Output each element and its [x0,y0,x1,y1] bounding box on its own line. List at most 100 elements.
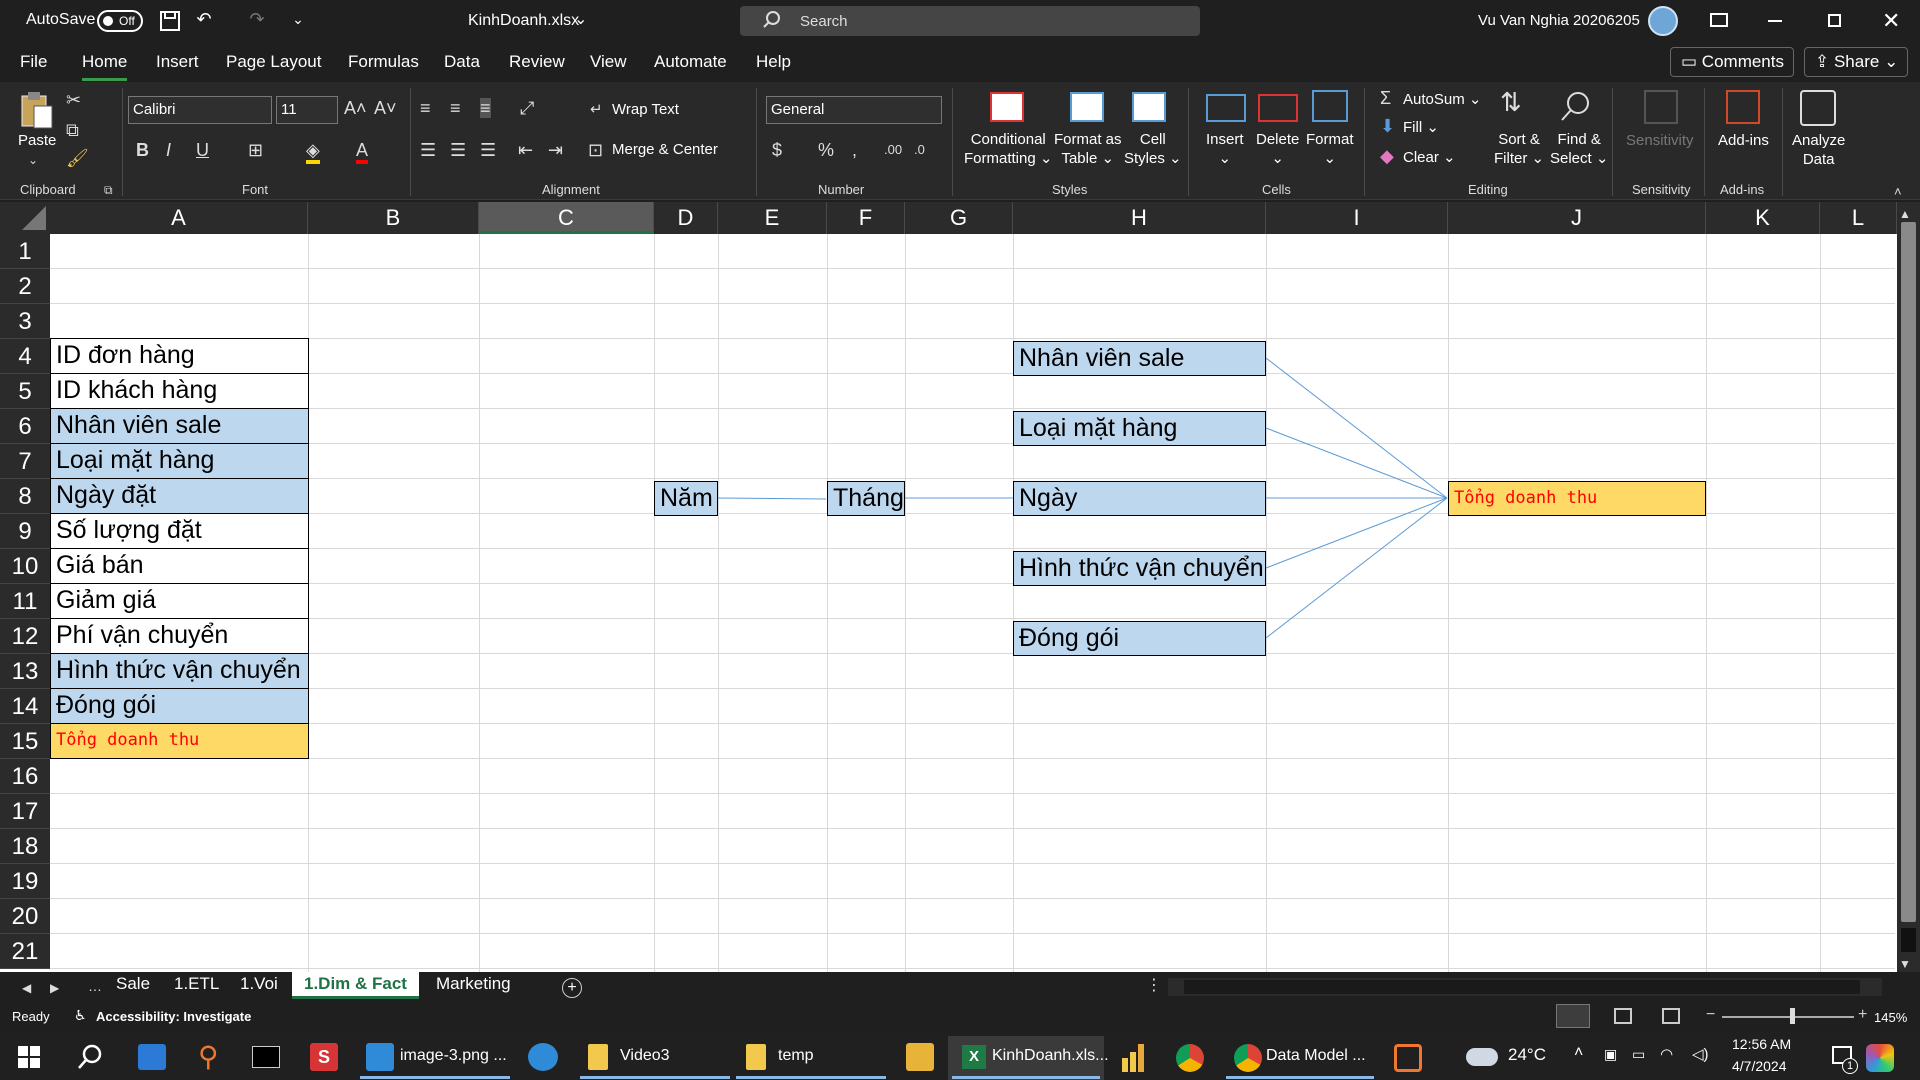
cut-icon[interactable]: ✂ [66,90,81,110]
fill-button[interactable]: Fill ⌄ [1403,118,1439,136]
italic-icon[interactable]: I [166,140,171,160]
cell-a10[interactable]: Giá bán [50,548,309,584]
number-format-dropdown[interactable]: General [766,96,942,124]
delete-cells-button[interactable]: Delete ⌄ [1256,130,1299,168]
avatar[interactable] [1648,6,1678,36]
scroll-down-icon[interactable]: ▼ [1899,954,1911,974]
delete-cells-icon[interactable] [1258,94,1298,122]
tab-prev-icon[interactable]: ◀ [22,978,31,998]
orientation-icon[interactable]: ⤢ [520,98,534,118]
save-icon[interactable] [158,10,182,36]
windows-start-icon[interactable] [18,1046,40,1073]
borders-icon[interactable]: ⊞ [248,140,263,160]
customize-qat-icon[interactable]: ⌄ [290,9,306,29]
conditional-formatting-button[interactable]: Conditional Formatting ⌄ [964,130,1052,168]
cell-a12[interactable]: Phí vận chuyển [50,618,309,654]
analyze-data-icon[interactable] [1800,90,1836,126]
bold-icon[interactable]: B [136,140,149,160]
diagram-dim-packaging[interactable]: Đóng gói [1013,621,1266,656]
find-select-icon[interactable] [1558,90,1592,129]
format-painter-icon[interactable]: 🖌 [66,148,89,168]
ribbon-display-icon[interactable] [1710,13,1728,27]
column-header-l[interactable]: L [1820,202,1897,234]
cell-a13[interactable]: Hình thức vận chuyển [50,653,309,689]
row-header-17[interactable]: 17 [0,794,50,829]
menu-formulas[interactable]: Formulas [348,52,419,72]
align-left-icon[interactable]: ☰ [420,140,436,160]
align-right-icon[interactable]: ☰ [480,140,496,160]
taskbar-app-image[interactable]: image-3.png ... [400,1047,507,1065]
normal-view-icon[interactable] [1556,1004,1590,1028]
row-header-21[interactable]: 21 [0,934,50,969]
row-header-11[interactable]: 11 [0,584,50,619]
tab-more-icon[interactable]: … [88,976,102,996]
scroll-track-end[interactable] [1901,928,1916,952]
taskbar-app-video3[interactable]: Video3 [620,1047,670,1065]
font-name-dropdown[interactable]: Calibri [128,96,272,124]
add-sheet-icon[interactable]: + [562,978,582,998]
add-ins-icon[interactable] [1726,90,1760,124]
currency-icon[interactable]: $ [772,140,782,160]
page-break-view-icon[interactable] [1662,1008,1680,1024]
conditional-formatting-icon[interactable] [990,92,1024,122]
diagram-dim-shipping-method[interactable]: Hình thức vận chuyển [1013,551,1266,586]
increase-indent-icon[interactable]: ⇥ [548,140,563,160]
battery-icon[interactable]: ▭ [1632,1046,1645,1063]
column-header-g[interactable]: G [905,202,1013,234]
chevron-down-icon[interactable]: ⌄ [28,150,38,170]
weather-temp[interactable]: 24°C [1508,1045,1546,1065]
diagram-dim-sales-staff[interactable]: Nhân viên sale [1013,341,1266,376]
taskbar-app-data-model[interactable]: Data Model ... [1266,1047,1366,1065]
autosave-toggle[interactable]: Off [97,10,143,32]
chrome-icon[interactable] [1176,1044,1204,1072]
decrease-decimal-icon[interactable]: .0 [914,140,925,160]
row-header-4[interactable]: 4 [0,339,50,374]
row-header-16[interactable]: 16 [0,759,50,794]
scroll-up-icon[interactable]: ▲ [1899,204,1911,224]
tab-dim-fact[interactable]: 1.Dim & Fact [292,972,419,999]
column-header-j[interactable]: J [1448,202,1706,234]
remote-desktop-icon[interactable] [138,1044,166,1070]
sort-filter-icon[interactable]: ⇅ [1500,89,1522,115]
diagram-fact-total-revenue[interactable]: Tổng doanh thu [1448,481,1706,516]
diagram-dim-date[interactable]: Ngày [1013,481,1266,516]
select-all-corner[interactable] [0,202,50,234]
taskbar-app-excel[interactable]: KinhDoanh.xls... [992,1047,1109,1065]
row-header-19[interactable]: 19 [0,864,50,899]
docker-icon[interactable] [528,1043,558,1071]
row-header-15[interactable]: 15 [0,724,50,759]
row-header-10[interactable]: 10 [0,549,50,584]
zoom-out-icon[interactable]: − [1706,1006,1715,1024]
chevron-down-icon[interactable]: ⌄ [574,9,587,29]
tab-next-icon[interactable]: ▶ [50,978,59,998]
restore-icon[interactable] [1828,14,1841,27]
diagram-dim-product-type[interactable]: Loại mặt hàng [1013,411,1266,446]
row-header-5[interactable]: 5 [0,374,50,409]
copilot-icon[interactable] [1866,1044,1894,1072]
cell-a8[interactable]: Ngày đặt [50,478,309,514]
wrap-text-button[interactable]: Wrap Text [612,101,679,118]
align-center-icon[interactable]: ☰ [450,140,466,160]
terminal-icon[interactable] [252,1046,280,1068]
sort-filter-button[interactable]: Sort & Filter ⌄ [1494,130,1544,168]
autosum-icon[interactable]: Σ [1380,88,1391,108]
font-color-icon[interactable]: A [356,140,369,164]
wifi-icon[interactable]: ◠ [1660,1045,1673,1063]
column-header-h[interactable]: H [1013,202,1266,234]
merge-icon[interactable]: ⊡ [588,140,603,160]
insert-cells-icon[interactable] [1206,94,1246,122]
more-options-icon[interactable]: ⋮ [1146,976,1162,996]
filename[interactable]: KinhDoanh.xlsx [468,12,579,30]
cell-a15[interactable]: Tổng doanh thu [50,723,309,759]
insert-cells-button[interactable]: Insert ⌄ [1206,130,1244,168]
column-header-i[interactable]: I [1266,202,1448,234]
clock-time[interactable]: 12:56 AM [1732,1036,1791,1052]
menu-insert[interactable]: Insert [156,52,199,72]
increase-decimal-icon[interactable]: .00 [884,140,902,160]
dialog-launcher-icon[interactable]: ⧉ [104,180,113,200]
tab-marketing[interactable]: Marketing [436,974,511,994]
menu-file[interactable]: File [20,52,47,72]
format-cells-button[interactable]: Format ⌄ [1306,130,1354,168]
column-header-e[interactable]: E [718,202,827,234]
zoom-slider[interactable] [1722,1016,1854,1018]
